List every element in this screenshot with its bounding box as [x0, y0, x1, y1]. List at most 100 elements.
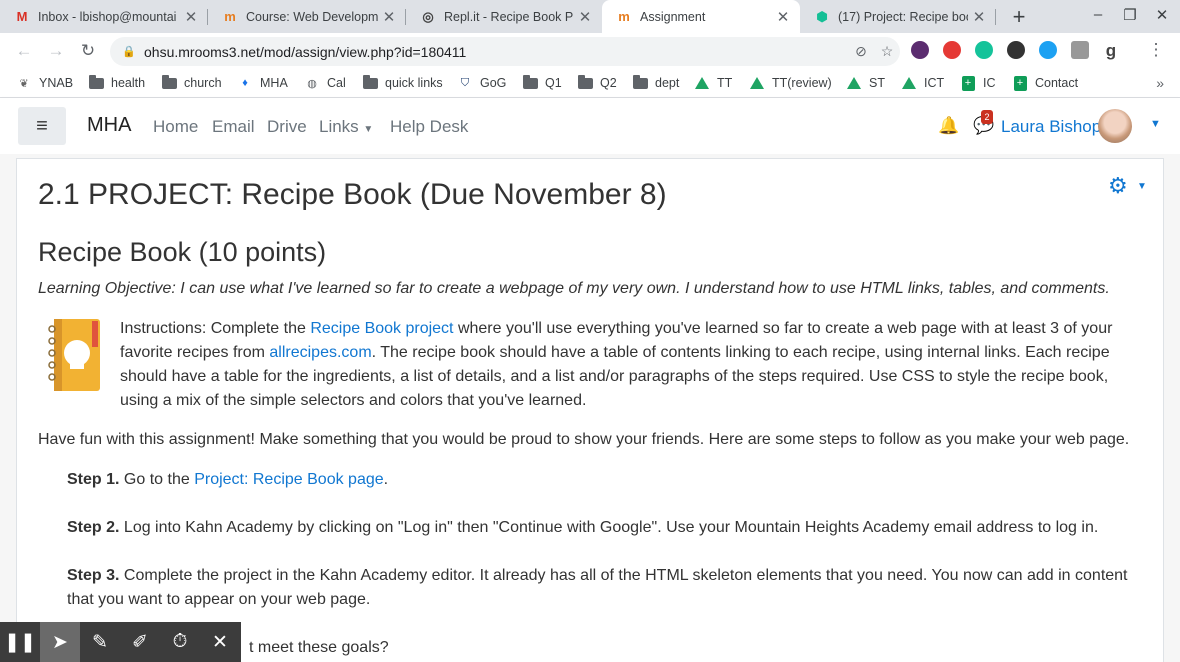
window-close-icon[interactable]: ✕ [1152, 6, 1172, 24]
user-menu-caret-icon[interactable]: ▼ [1150, 118, 1161, 130]
bookmark-cal[interactable]: ◍ Cal [304, 76, 346, 90]
bookmark-ic[interactable]: + IC [960, 75, 996, 91]
nav-drive[interactable]: Drive [267, 117, 307, 137]
extension-g-icon[interactable]: g [1101, 41, 1121, 61]
nav-links[interactable]: Links ▼ [319, 117, 373, 137]
timer-icon[interactable]: ⏱ [160, 622, 200, 662]
bookmark-church[interactable]: church [161, 74, 222, 90]
grammarly-icon[interactable] [975, 41, 993, 59]
folder-icon [522, 74, 538, 90]
close-icon[interactable]: ✕ [968, 8, 990, 26]
bookmark-tt-review[interactable]: TT(review) [749, 76, 832, 90]
have-fun-text: Have fun with this assignment! Make some… [38, 431, 1130, 448]
screenshot-icon[interactable] [1071, 41, 1089, 59]
sheets-icon: + [960, 75, 976, 91]
drive-icon [901, 76, 917, 90]
recipe-book-project-link[interactable]: Recipe Book project [310, 320, 453, 337]
address-bar[interactable]: 🔒 ohsu.mrooms3.net/mod/assign/view.php?i… [110, 37, 900, 66]
nav-home[interactable]: Home [153, 117, 198, 137]
close-icon[interactable]: ✕ [180, 8, 202, 26]
bookmark-ict[interactable]: ICT [901, 76, 944, 90]
close-icon[interactable]: ✕ [378, 8, 400, 26]
browser-toolbar: ← → ↻ 🔒 ohsu.mrooms3.net/mod/assign/view… [0, 33, 1180, 71]
tab-separator [995, 9, 996, 25]
url-text[interactable]: ohsu.mrooms3.net/mod/assign/view.php?id=… [144, 44, 848, 60]
bookmark-q2[interactable]: Q2 [577, 74, 617, 90]
folder-icon [88, 74, 104, 90]
folder-icon [577, 74, 593, 90]
step-2: Step 2. Log into Kahn Academy by clickin… [67, 519, 1099, 536]
page-title: 2.1 PROJECT: Recipe Book (Due November 8… [38, 178, 667, 211]
back-arrow-icon[interactable]: ← [14, 41, 34, 61]
caret-down-icon: ▼ [363, 124, 374, 135]
close-icon[interactable]: ✕ [772, 8, 794, 26]
sheets-icon: + [1012, 75, 1028, 91]
close-icon[interactable]: ✕ [574, 8, 596, 26]
bookmark-ynab[interactable]: ❦ YNAB [16, 76, 73, 90]
drive-icon [749, 76, 765, 90]
blocked-icon[interactable]: ⊘ [848, 43, 874, 60]
reload-icon[interactable]: ↻ [78, 41, 98, 61]
tab-title: Repl.it - Recipe Book Pro [444, 9, 574, 24]
allrecipes-link[interactable]: allrecipes.com [269, 344, 371, 361]
forward-arrow-icon[interactable]: → [46, 41, 66, 61]
bookmark-tt[interactable]: TT [694, 76, 732, 90]
tab-khan[interactable]: ⬢ (17) Project: Recipe book ✕ [800, 0, 996, 33]
nav-help-desk[interactable]: Help Desk [390, 117, 468, 137]
bookmarks-overflow-icon[interactable]: » [1156, 75, 1164, 91]
avatar[interactable] [1098, 109, 1132, 143]
replit-icon: ◎ [422, 8, 434, 24]
drive-icon [694, 76, 710, 90]
bookmark-quick-links[interactable]: quick links [362, 74, 443, 90]
bookmark-mha[interactable]: ♦ MHA [237, 76, 288, 90]
folder-icon [362, 74, 378, 90]
highlighter-icon[interactable]: ✐ [120, 622, 160, 662]
step-3: Step 3. Complete the project in the Kahn… [67, 567, 1128, 608]
gear-icon[interactable]: ⚙ [1108, 173, 1128, 199]
bookmark-star-icon[interactable]: ☆ [874, 43, 900, 60]
site-brand[interactable]: MHA [87, 114, 131, 137]
nav-email[interactable]: Email [212, 117, 255, 137]
pen-icon[interactable]: ✎ [80, 622, 120, 662]
bookmark-gog[interactable]: ⛉ GoG [457, 76, 507, 90]
close-toolbar-icon[interactable]: ✕ [200, 622, 240, 662]
khan-icon: ⬢ [816, 8, 828, 24]
bookmark-st[interactable]: ST [846, 76, 885, 90]
tab-title: Course: Web Developmen [246, 9, 378, 24]
hamburger-menu-icon[interactable]: ≡ [18, 107, 66, 145]
extension-icon[interactable] [943, 41, 961, 59]
restore-icon[interactable]: ❐ [1120, 6, 1140, 24]
gmail-icon: M [16, 9, 28, 24]
bookmark-q1[interactable]: Q1 [522, 74, 562, 90]
pointer-icon[interactable]: ➤ [40, 622, 80, 662]
folder-icon [632, 74, 648, 90]
tab-title: Assignment [640, 9, 706, 24]
bell-icon[interactable]: 🔔 [938, 116, 959, 136]
message-count-badge: 2 [981, 110, 993, 124]
tab-title: (17) Project: Recipe book [838, 9, 968, 24]
tab-course[interactable]: m Course: Web Developmen ✕ [208, 0, 406, 33]
learning-objective: Learning Objective: I can use what I've … [38, 280, 1110, 297]
extension-icon[interactable] [1039, 41, 1057, 59]
tab-replit[interactable]: ◎ Repl.it - Recipe Book Pro ✕ [406, 0, 602, 33]
tab-gmail[interactable]: M Inbox - lbishop@mountai ✕ [0, 0, 208, 33]
menu-dots-icon[interactable]: ⋮ [1146, 40, 1166, 60]
bookmark-contact[interactable]: + Contact [1012, 75, 1078, 91]
new-tab-icon[interactable]: + [1008, 4, 1030, 30]
folder-icon [161, 74, 177, 90]
shield-extension-icon[interactable] [1007, 41, 1025, 59]
section-title: Recipe Book (10 points) [38, 237, 327, 267]
tab-assignment[interactable]: m Assignment ✕ [602, 0, 800, 33]
project-recipe-book-page-link[interactable]: Project: Recipe Book page [194, 471, 383, 488]
extension-icon[interactable] [911, 41, 929, 59]
bookmark-health[interactable]: health [88, 74, 145, 90]
caret-down-icon[interactable]: ▼ [1137, 181, 1147, 192]
minimize-icon[interactable]: – [1088, 6, 1108, 23]
bookmarks-bar: ❦ YNAB health church ♦ MHA ◍ Cal quick link… [0, 71, 1180, 98]
mha-icon: ♦ [242, 77, 248, 89]
user-name[interactable]: Laura Bishop [1001, 117, 1101, 137]
moodle-icon: m [224, 9, 236, 24]
site-navbar: ≡ MHA Home Email Drive Links ▼ Help Desk… [0, 98, 1180, 154]
bookmark-dept[interactable]: dept [632, 74, 679, 90]
pause-icon[interactable]: ❚❚ [0, 622, 40, 662]
